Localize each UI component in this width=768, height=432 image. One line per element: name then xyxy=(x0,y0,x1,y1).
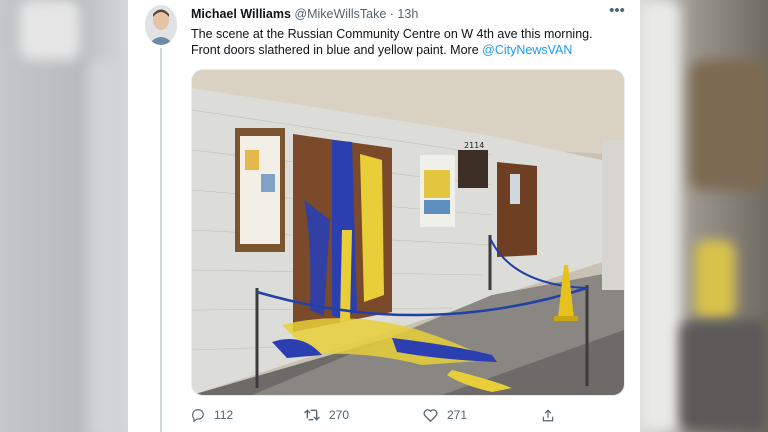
like-count: 271 xyxy=(447,408,468,422)
thread-line xyxy=(160,48,162,432)
blurred-background-right xyxy=(640,0,768,432)
tweet-card[interactable]: Michael Williams @MikeWillsTake · 13h ••… xyxy=(128,0,640,432)
tweet-text-line-2-body: Front doors slathered in blue and yellow… xyxy=(191,43,483,57)
reply-icon xyxy=(192,409,204,422)
reply-count: 112 xyxy=(214,408,234,422)
retweet-count: 270 xyxy=(329,408,350,422)
timestamp[interactable]: 13h xyxy=(397,7,418,21)
address-number: 2114 xyxy=(464,141,484,150)
more-options-button[interactable]: ••• xyxy=(606,2,628,22)
blurred-background-left xyxy=(0,0,128,432)
tweet-text: The scene at the Russian Community Centr… xyxy=(191,26,621,58)
like-button[interactable]: 271 xyxy=(423,404,467,426)
avatar[interactable] xyxy=(145,5,177,45)
reply-button[interactable]: 112 xyxy=(191,404,233,426)
share-button[interactable] xyxy=(541,404,564,426)
retweet-button[interactable]: 270 xyxy=(304,404,349,426)
tweet-actions: 112 270 271 xyxy=(191,404,627,426)
tweet-photo[interactable]: 2114 xyxy=(191,69,625,396)
separator-dot: · xyxy=(389,7,394,21)
heart-icon xyxy=(423,409,438,422)
retweet-icon xyxy=(304,409,320,421)
mention-link[interactable]: @CityNewsVAN xyxy=(482,43,572,57)
tweet-text-line-2: Front doors slathered in blue and yellow… xyxy=(191,42,621,58)
user-handle[interactable]: @MikeWillsTake xyxy=(294,7,386,21)
more-dots-icon: ••• xyxy=(609,2,625,19)
tweet-text-line-1: The scene at the Russian Community Centr… xyxy=(191,27,593,41)
share-icon xyxy=(542,408,554,421)
tweet-header: Michael Williams @MikeWillsTake · 13h xyxy=(191,7,418,21)
display-name[interactable]: Michael Williams xyxy=(191,7,291,21)
